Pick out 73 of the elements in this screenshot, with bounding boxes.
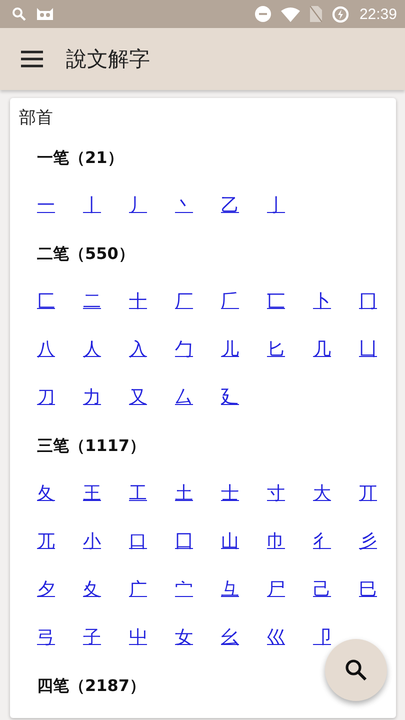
radical-link[interactable]: 兀 xyxy=(37,531,55,553)
radical-link[interactable]: 刀 xyxy=(37,387,55,409)
radical-link[interactable]: 夂 xyxy=(37,483,55,505)
radical-link[interactable]: 巾 xyxy=(267,531,285,553)
radical-link[interactable]: 廴 xyxy=(221,387,239,409)
radical-link[interactable]: 尸 xyxy=(267,579,285,601)
section-heading: 部首 xyxy=(18,107,53,130)
radical-link[interactable]: 丶 xyxy=(175,195,193,217)
radical-link[interactable]: 己 xyxy=(313,579,331,601)
radical-link[interactable]: 几 xyxy=(313,339,331,361)
radical-link[interactable]: 屮 xyxy=(129,627,147,649)
stroke-group-title: 四笔（2187） xyxy=(36,675,146,697)
radical-link[interactable]: 囗 xyxy=(175,531,193,553)
radical-link[interactable]: 匸 xyxy=(267,291,285,313)
radical-link[interactable]: 寸 xyxy=(267,483,285,505)
radical-link[interactable]: 卜 xyxy=(313,291,331,313)
radical-link[interactable]: 丨 xyxy=(83,195,101,217)
radical-link[interactable]: 入 xyxy=(129,339,147,361)
radical-link[interactable]: 二 xyxy=(83,291,101,313)
cat-face-icon xyxy=(36,8,54,20)
radical-link[interactable]: 彑 xyxy=(221,579,239,601)
radical-link[interactable]: 人 xyxy=(83,339,101,361)
radical-link[interactable]: 彳 xyxy=(313,531,331,553)
search-icon xyxy=(12,7,26,21)
radical-link[interactable]: 卩 xyxy=(313,627,331,649)
radical-link[interactable]: 凵 xyxy=(359,339,377,361)
radical-link[interactable]: 一 xyxy=(37,195,55,217)
radical-link[interactable]: 𠂆 xyxy=(221,291,239,313)
radical-link[interactable]: 亅 xyxy=(267,195,285,217)
radical-link[interactable]: 宀 xyxy=(175,579,193,601)
radical-link[interactable]: 广 xyxy=(129,579,147,601)
radical-link[interactable]: 子 xyxy=(83,627,101,649)
radical-link[interactable]: 力 xyxy=(83,387,101,409)
radical-link[interactable]: 夊 xyxy=(83,579,101,601)
radical-link[interactable]: 厂 xyxy=(175,291,193,313)
radical-link[interactable]: 土 xyxy=(175,483,193,505)
stroke-group-title: 二笔（550） xyxy=(36,243,134,265)
radical-link[interactable]: 勹 xyxy=(175,339,193,361)
app-title: 說文解字 xyxy=(66,46,150,73)
radical-link[interactable]: 儿 xyxy=(221,339,239,361)
radical-link[interactable]: 士 xyxy=(221,483,239,505)
radical-link[interactable]: 小 xyxy=(83,531,101,553)
radical-link[interactable]: 弓 xyxy=(37,627,55,649)
menu-icon[interactable] xyxy=(20,49,44,69)
radical-link[interactable]: 丌 xyxy=(359,483,377,505)
no-sim-icon xyxy=(310,6,322,22)
radical-link[interactable]: 八 xyxy=(37,339,55,361)
radical-link[interactable]: 夕 xyxy=(37,579,55,601)
radical-link[interactable]: 厶 xyxy=(175,387,193,409)
stroke-group-title: 一笔（21） xyxy=(36,147,124,169)
wifi-icon xyxy=(281,6,300,22)
radical-link[interactable]: 匕 xyxy=(267,339,285,361)
radical-link[interactable]: 工 xyxy=(129,483,147,505)
radical-link[interactable]: 大 xyxy=(313,483,331,505)
radical-link[interactable]: 口 xyxy=(129,531,147,553)
radical-link[interactable]: 十 xyxy=(129,291,147,313)
radical-link[interactable]: 女 xyxy=(175,627,193,649)
radical-link[interactable]: 又 xyxy=(129,387,147,409)
data-saver-icon xyxy=(332,6,350,22)
radical-link[interactable]: 匚 xyxy=(37,291,55,313)
radical-link[interactable]: 王 xyxy=(83,483,101,505)
search-icon xyxy=(345,659,367,681)
radical-link[interactable]: 山 xyxy=(221,531,239,553)
radical-link[interactable]: 乙 xyxy=(221,195,239,217)
clock-time: 22:39 xyxy=(359,6,397,22)
stroke-group-title: 三笔（1117） xyxy=(36,435,146,457)
do-not-disturb-icon xyxy=(255,6,272,22)
radical-link[interactable]: 幺 xyxy=(221,627,239,649)
radical-link[interactable]: 巛 xyxy=(267,627,285,649)
radical-link[interactable]: 冂 xyxy=(359,291,377,313)
radical-link[interactable]: 巳 xyxy=(359,579,377,601)
radical-link[interactable]: 丿 xyxy=(129,195,147,217)
radical-link[interactable]: 彡 xyxy=(359,531,377,553)
